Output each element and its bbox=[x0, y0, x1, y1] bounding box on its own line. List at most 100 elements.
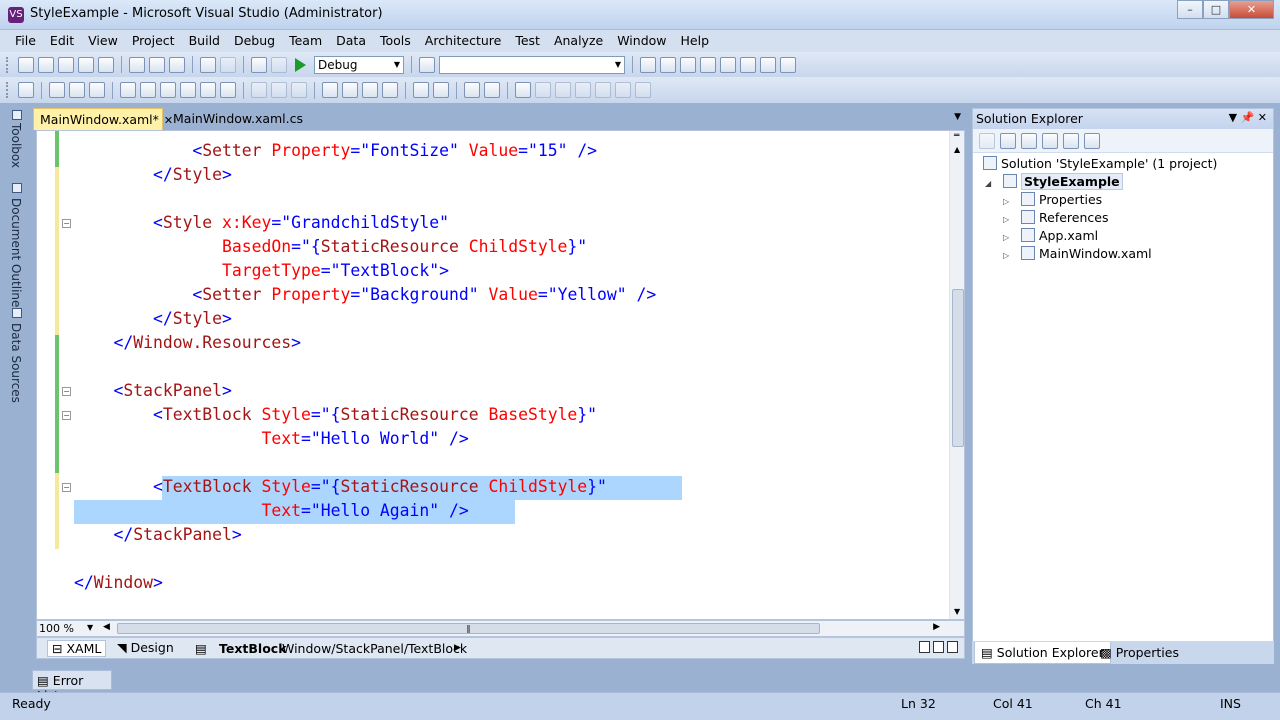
toolbar-grip[interactable] bbox=[6, 56, 10, 73]
toolbox-icon[interactable] bbox=[12, 110, 22, 120]
refresh-icon[interactable] bbox=[1021, 132, 1037, 149]
close-button[interactable]: ✕ bbox=[1229, 0, 1274, 19]
replace-icon[interactable] bbox=[342, 82, 358, 98]
chevron-down-icon[interactable]: ▼ bbox=[954, 112, 961, 122]
code-line[interactable]: </Window> bbox=[74, 571, 163, 595]
call-stack-icon[interactable] bbox=[220, 82, 236, 98]
tab-mainwindow-xaml-cs[interactable]: MainWindow.xaml.cs bbox=[167, 108, 309, 130]
view-designer-icon[interactable] bbox=[1063, 132, 1079, 149]
copy-icon[interactable] bbox=[149, 56, 165, 73]
toggle-bookmark-icon[interactable] bbox=[515, 82, 531, 98]
menu-tools[interactable]: Tools bbox=[373, 30, 418, 52]
menu-team[interactable]: Team bbox=[282, 30, 329, 52]
horizontal-split-icon[interactable] bbox=[933, 641, 944, 653]
code-editor[interactable]: − − − − <Setter Property="FontSize" Valu… bbox=[36, 130, 965, 620]
close-icon[interactable]: ✕ bbox=[1258, 111, 1267, 124]
menu-architecture[interactable]: Architecture bbox=[418, 30, 509, 52]
pin-icon[interactable]: 📌 bbox=[1241, 111, 1258, 124]
navigate-forward-icon[interactable] bbox=[271, 56, 287, 73]
toolbox-tab[interactable]: Toolbox bbox=[9, 123, 23, 168]
tab-properties[interactable]: ▩ Properties bbox=[1094, 642, 1185, 664]
bookmark-window-icon[interactable] bbox=[635, 82, 651, 98]
menu-help[interactable]: Help bbox=[674, 30, 717, 52]
code-line[interactable]: <Setter Property="FontSize" Value="15" /… bbox=[74, 139, 597, 163]
pointer-icon[interactable] bbox=[362, 82, 378, 98]
tree-node-app-xaml[interactable]: App.xaml bbox=[1021, 227, 1098, 245]
scrollbar-thumb[interactable] bbox=[952, 289, 964, 447]
start-page-icon[interactable] bbox=[760, 56, 776, 73]
tree-node-project[interactable]: StyleExample bbox=[1003, 173, 1123, 191]
cut-icon[interactable] bbox=[129, 56, 145, 73]
code-line[interactable]: <Setter Property="Background" Value="Yel… bbox=[74, 283, 656, 307]
collapse-pane-icon[interactable] bbox=[947, 641, 958, 653]
menu-test[interactable]: Test bbox=[508, 30, 547, 52]
tree-node-references[interactable]: References bbox=[1021, 209, 1108, 227]
tools-icon[interactable] bbox=[720, 56, 736, 73]
document-icon[interactable] bbox=[18, 82, 34, 98]
expand-arrow-icon[interactable]: ◢ bbox=[985, 179, 991, 188]
menu-window[interactable]: Window bbox=[610, 30, 673, 52]
toolbox-icon[interactable] bbox=[700, 56, 716, 73]
solution-configuration-combo[interactable]: Debug ▼ bbox=[314, 55, 404, 74]
data-sources-tab[interactable]: Data Sources bbox=[9, 323, 23, 403]
tree-node-properties[interactable]: Properties bbox=[1021, 191, 1102, 209]
breadcrumb-path[interactable]: Window/StackPanel/TextBlock bbox=[282, 641, 467, 656]
add-item-icon[interactable] bbox=[38, 56, 54, 73]
save-icon[interactable] bbox=[78, 56, 94, 73]
tab-solution-explorer[interactable]: ▤ Solution Explorer bbox=[974, 642, 1111, 664]
scroll-down-icon[interactable]: ▼ bbox=[954, 607, 960, 616]
step-over-icon[interactable] bbox=[69, 82, 85, 98]
chevron-down-icon[interactable]: ▼ bbox=[87, 623, 93, 632]
expand-arrow-icon[interactable]: ▷ bbox=[1003, 233, 1009, 242]
expand-arrow-icon[interactable]: ▷ bbox=[1003, 251, 1009, 260]
code-line[interactable]: Text="Hello Again" /> bbox=[74, 499, 469, 523]
save-all-icon[interactable] bbox=[98, 56, 114, 73]
collapse-icon[interactable]: − bbox=[62, 411, 71, 420]
chevron-down-icon[interactable]: ▼ bbox=[1229, 111, 1237, 124]
expand-arrow-icon[interactable]: ▷ bbox=[1003, 197, 1009, 206]
next-bookmark-icon[interactable] bbox=[555, 82, 571, 98]
object-browser-icon[interactable] bbox=[680, 56, 696, 73]
collapse-icon[interactable]: − bbox=[62, 387, 71, 396]
clear-breakpoints-icon[interactable] bbox=[291, 82, 307, 98]
properties-icon[interactable] bbox=[979, 132, 995, 149]
next-bookmark-folder-icon[interactable] bbox=[595, 82, 611, 98]
code-line[interactable]: </Window.Resources> bbox=[74, 331, 301, 355]
document-outline-tab[interactable]: Document Outline bbox=[9, 198, 23, 307]
navigate-backward-icon[interactable] bbox=[251, 56, 267, 73]
code-line[interactable]: </Style> bbox=[74, 307, 232, 331]
class-diagram-icon[interactable] bbox=[1084, 132, 1100, 149]
maximize-button[interactable]: □ bbox=[1203, 0, 1229, 19]
code-line[interactable]: <StackPanel> bbox=[74, 379, 231, 403]
step-out-icon[interactable] bbox=[89, 82, 105, 98]
tab-mainwindow-xaml[interactable]: MainWindow.xaml* ✕ bbox=[33, 108, 173, 130]
code-text[interactable]: <Setter Property="FontSize" Value="15" /… bbox=[74, 131, 949, 619]
zoom-level[interactable]: 100 % bbox=[39, 621, 74, 636]
find-in-files-icon[interactable] bbox=[419, 56, 435, 73]
increase-indent-icon[interactable] bbox=[433, 82, 449, 98]
error-list-tab[interactable]: ▤ Error List bbox=[32, 670, 112, 703]
comment-out-icon[interactable] bbox=[464, 82, 480, 98]
collapse-icon[interactable]: − bbox=[62, 219, 71, 228]
show-next-statement-icon[interactable] bbox=[120, 82, 136, 98]
scroll-right-icon[interactable]: ▶ bbox=[933, 622, 940, 632]
collapse-icon[interactable]: − bbox=[62, 483, 71, 492]
previous-bookmark-folder-icon[interactable] bbox=[575, 82, 591, 98]
find-icon[interactable] bbox=[322, 82, 338, 98]
menu-view[interactable]: View bbox=[81, 30, 125, 52]
code-line[interactable]: <Style x:Key="GrandchildStyle" bbox=[74, 211, 449, 235]
data-sources-icon[interactable] bbox=[12, 308, 22, 318]
watch-icon[interactable] bbox=[180, 82, 196, 98]
code-line[interactable]: BasedOn="{StaticResource ChildStyle}" bbox=[74, 235, 587, 259]
output-icon[interactable] bbox=[160, 82, 176, 98]
previous-bookmark-icon[interactable] bbox=[535, 82, 551, 98]
command-window-icon[interactable] bbox=[780, 56, 796, 73]
new-project-icon[interactable] bbox=[18, 56, 34, 73]
document-outline-icon[interactable] bbox=[12, 183, 22, 193]
locals-icon[interactable] bbox=[200, 82, 216, 98]
menu-file[interactable]: File bbox=[8, 30, 43, 52]
show-all-files-icon[interactable] bbox=[1000, 132, 1016, 149]
code-line[interactable]: TargetType="TextBlock"> bbox=[74, 259, 449, 283]
menu-edit[interactable]: Edit bbox=[43, 30, 81, 52]
scroll-up-icon[interactable]: ▲ bbox=[954, 145, 960, 154]
